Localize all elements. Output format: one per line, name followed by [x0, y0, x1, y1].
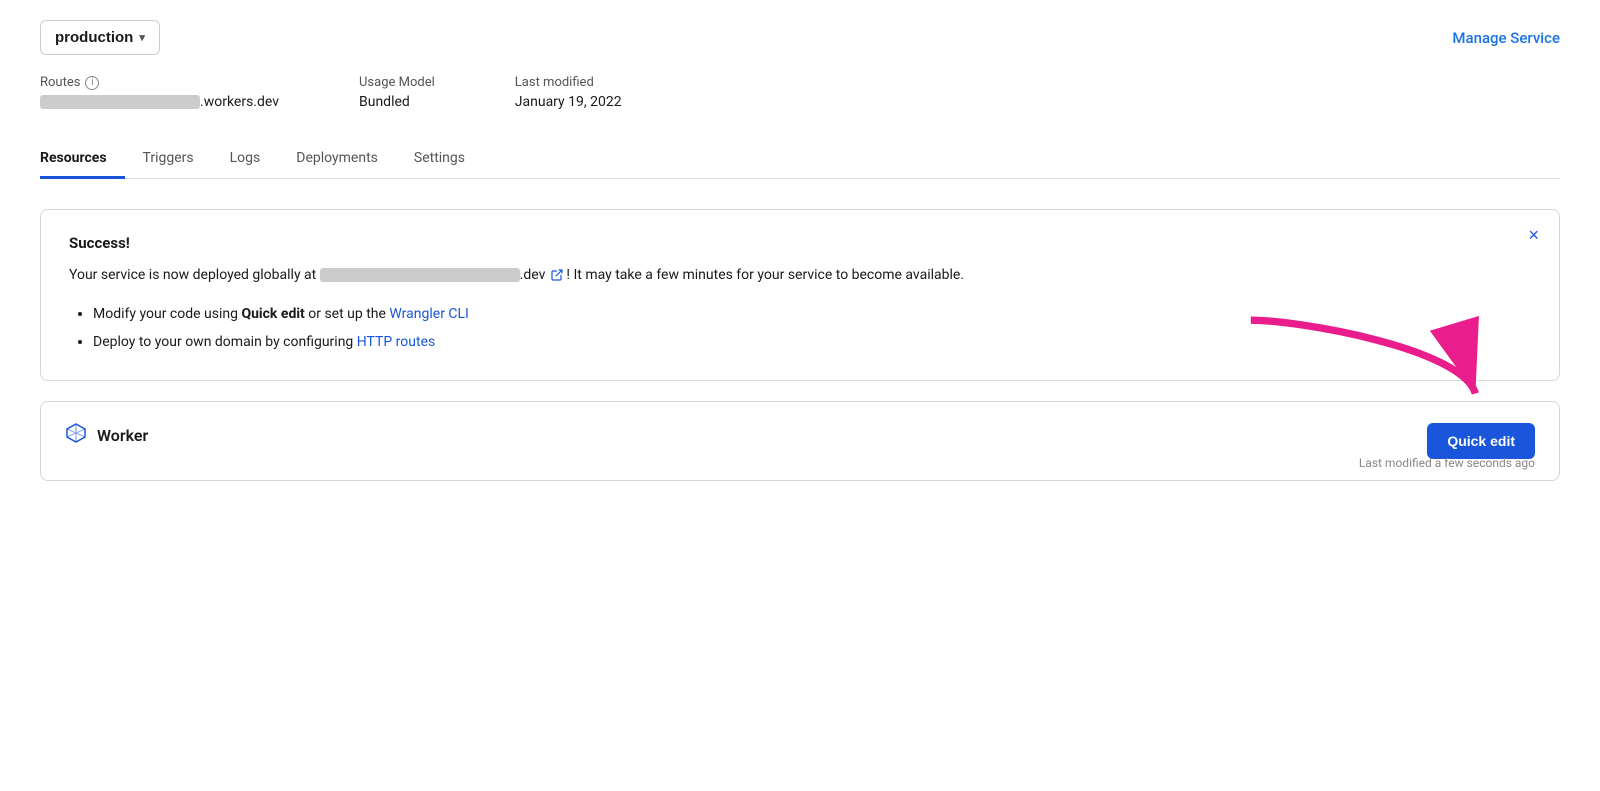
usage-model-value: Bundled: [359, 94, 435, 110]
banner-close-button[interactable]: ×: [1528, 226, 1539, 244]
banner-list: Modify your code using Quick edit or set…: [69, 300, 1531, 356]
env-dropdown[interactable]: production ▾: [40, 20, 160, 55]
usage-model-info: Usage Model Bundled: [359, 75, 435, 110]
worker-card: Worker Quick edit Last modified a few se…: [40, 401, 1560, 481]
tab-settings[interactable]: Settings: [396, 140, 483, 179]
last-modified-info: Last modified January 19, 2022: [515, 75, 622, 110]
last-modified-label: Last modified: [515, 75, 594, 90]
chevron-icon: ▾: [139, 31, 145, 44]
banner-item1-mid: or set up the: [305, 306, 390, 322]
routes-info: Routes i .workers.dev: [40, 75, 279, 110]
routes-info-icon: i: [85, 76, 99, 90]
wrangler-cli-link[interactable]: Wrangler CLI: [389, 306, 468, 322]
banner-body: Your service is now deployed globally at…: [69, 264, 1531, 286]
tabs-row: Resources Triggers Logs Deployments Sett…: [40, 140, 1560, 179]
banner-body-suffix: ! It may take a few minutes for your ser…: [566, 267, 964, 283]
usage-model-label: Usage Model: [359, 75, 435, 90]
banner-url-blurred: [320, 268, 520, 282]
info-row: Routes i .workers.dev Usage Model Bundle…: [40, 75, 1560, 110]
routes-blurred: [40, 95, 200, 109]
banner-item1-prefix: Modify your code using: [93, 306, 241, 322]
worker-title: Worker: [97, 426, 148, 445]
routes-suffix: .workers.dev: [200, 94, 279, 110]
success-banner: × Success! Your service is now deployed …: [40, 209, 1560, 381]
banner-list-item-2: Deploy to your own domain by configuring…: [93, 328, 1531, 356]
header-row: production ▾ Manage Service: [40, 20, 1560, 55]
quick-edit-button[interactable]: Quick edit: [1427, 423, 1535, 459]
worker-card-header: Worker: [65, 422, 1535, 449]
last-modified-value: January 19, 2022: [515, 94, 622, 110]
http-routes-link[interactable]: HTTP routes: [357, 334, 435, 350]
tab-resources[interactable]: Resources: [40, 140, 125, 179]
last-modified-text: Last modified a few seconds ago: [1359, 456, 1535, 470]
routes-label: Routes: [40, 75, 80, 90]
arrow-container: Worker Quick edit Last modified a few se…: [40, 401, 1560, 481]
tab-deployments[interactable]: Deployments: [278, 140, 396, 179]
banner-item2-prefix: Deploy to your own domain by configuring: [93, 334, 357, 350]
banner-list-item-1: Modify your code using Quick edit or set…: [93, 300, 1531, 328]
env-label: production: [55, 29, 133, 46]
tab-triggers[interactable]: Triggers: [125, 140, 212, 179]
routes-value: .workers.dev: [40, 94, 279, 110]
banner-body-prefix: Your service is now deployed globally at: [69, 267, 320, 283]
tab-logs[interactable]: Logs: [212, 140, 279, 179]
worker-icon: [65, 422, 87, 449]
manage-service-link[interactable]: Manage Service: [1452, 29, 1560, 47]
banner-title: Success!: [69, 234, 1531, 252]
external-link-icon: [551, 269, 563, 281]
banner-url-suffix: .dev: [520, 267, 546, 283]
quick-edit-bold: Quick edit: [241, 306, 304, 322]
